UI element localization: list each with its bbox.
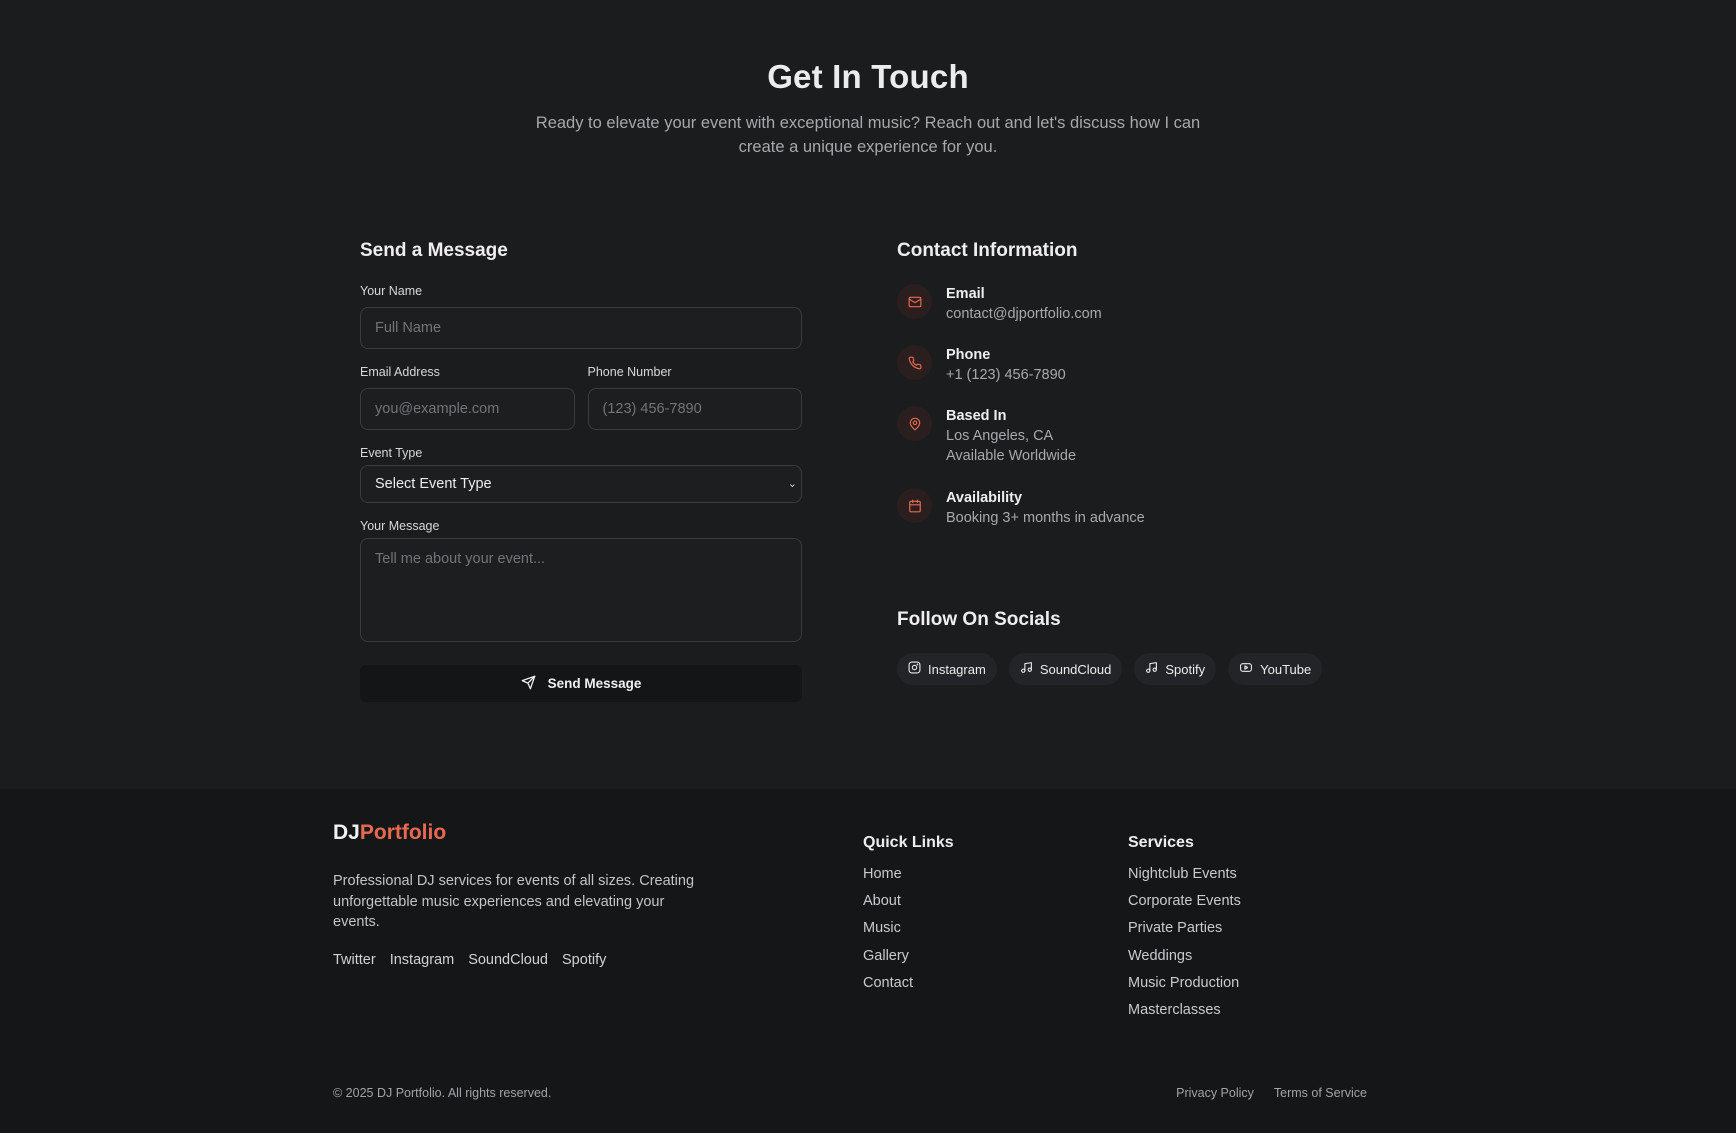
contact-info-heading: Contact Information xyxy=(897,240,1078,261)
calendar-icon xyxy=(897,488,932,523)
social-pill-label: SoundCloud xyxy=(1039,661,1112,677)
music-note-icon xyxy=(1145,661,1158,677)
footer-service-private[interactable]: Private Parties xyxy=(1128,918,1241,945)
services-column: Services Nightclub Events Corporate Even… xyxy=(1128,833,1241,1027)
location-value-worldwide: Available Worldwide xyxy=(946,448,1077,464)
page-title: Get In Touch xyxy=(767,58,969,95)
site-footer: DJPortfolio Professional DJ services for… xyxy=(0,789,1736,1133)
youtube-icon xyxy=(1239,661,1253,677)
email-input[interactable] xyxy=(360,388,575,430)
instagram-icon xyxy=(908,661,921,677)
footer-link-contact[interactable]: Contact xyxy=(863,973,954,1000)
social-pill-soundcloud[interactable]: SoundCloud xyxy=(1008,653,1123,685)
message-label: Your Message xyxy=(360,519,440,533)
footer-link-gallery[interactable]: Gallery xyxy=(863,946,954,973)
social-pills: Instagram SoundCloud Spotify YouTube xyxy=(897,653,1323,685)
footer-link-music[interactable]: Music xyxy=(863,918,954,945)
brand-description: Professional DJ services for events of a… xyxy=(333,873,695,930)
social-pill-youtube[interactable]: YouTube xyxy=(1228,653,1323,685)
social-pill-label: Spotify xyxy=(1165,661,1206,677)
footer-service-production[interactable]: Music Production xyxy=(1128,973,1241,1000)
message-textarea[interactable] xyxy=(360,538,802,642)
footer-social-spotify[interactable]: Spotify xyxy=(562,952,606,968)
send-message-button[interactable]: Send Message xyxy=(360,665,802,702)
terms-of-service-link[interactable]: Terms of Service xyxy=(1274,1086,1367,1100)
phone-group: Phone Number xyxy=(587,364,802,430)
email-phone-row: Email Address Phone Number xyxy=(360,364,802,430)
event-type-value: Select Event Type xyxy=(375,476,492,492)
footer-link-home[interactable]: Home xyxy=(863,864,954,891)
social-pill-instagram[interactable]: Instagram xyxy=(897,653,997,685)
quick-links-title: Quick Links xyxy=(863,834,954,851)
form-heading: Send a Message xyxy=(360,240,508,261)
music-note-icon xyxy=(1020,661,1033,677)
brand-prefix: DJ xyxy=(333,821,360,844)
phone-icon xyxy=(897,345,932,380)
phone-label: Phone Number xyxy=(587,365,672,379)
mail-icon xyxy=(897,284,932,319)
name-label: Your Name xyxy=(360,284,423,298)
brand-logo[interactable]: DJPortfolio xyxy=(333,821,446,845)
availability-title: Availability xyxy=(946,490,1023,506)
footer-social-soundcloud[interactable]: SoundCloud xyxy=(468,952,548,968)
social-pill-label: Instagram xyxy=(928,661,986,677)
location-title: Based In xyxy=(946,408,1007,424)
legal-links: Privacy Policy Terms of Service xyxy=(1176,1086,1367,1100)
send-icon xyxy=(521,675,536,693)
email-title: Email xyxy=(946,286,985,302)
social-pill-spotify[interactable]: Spotify xyxy=(1134,653,1217,685)
event-type-select[interactable]: Select Event Type ⌄ xyxy=(360,465,802,503)
map-pin-icon xyxy=(897,406,932,441)
footer-link-about[interactable]: About xyxy=(863,891,954,918)
send-message-label: Send Message xyxy=(547,676,642,691)
services-title: Services xyxy=(1128,834,1194,851)
quick-links-column: Quick Links Home About Music Gallery Con… xyxy=(863,833,954,1000)
phone-input[interactable] xyxy=(587,388,802,430)
page-subtitle: Ready to elevate your event with excepti… xyxy=(535,114,1201,156)
footer-social-twitter[interactable]: Twitter xyxy=(333,952,376,968)
footer-service-nightclub[interactable]: Nightclub Events xyxy=(1128,864,1241,891)
footer-service-weddings[interactable]: Weddings xyxy=(1128,946,1241,973)
social-pill-label: YouTube xyxy=(1260,661,1312,677)
socials-heading: Follow On Socials xyxy=(897,609,1061,630)
copyright-text: © 2025 DJ Portfolio. All rights reserved… xyxy=(333,1086,552,1100)
footer-social-instagram[interactable]: Instagram xyxy=(390,952,454,968)
phone-title: Phone xyxy=(946,347,991,363)
brand-accent: Portfolio xyxy=(359,821,447,844)
contact-form: Send a Message Your Name Email Address P… xyxy=(360,238,802,702)
email-value: contact@djportfolio.com xyxy=(946,306,1102,322)
event-type-label: Event Type xyxy=(360,446,423,460)
privacy-policy-link[interactable]: Privacy Policy xyxy=(1176,1086,1254,1100)
contact-information: Contact Information Email contact@djport… xyxy=(897,238,1377,685)
availability-value: Booking 3+ months in advance xyxy=(946,510,1145,526)
email-group: Email Address xyxy=(360,364,575,430)
contact-section: Get In Touch Ready to elevate your event… xyxy=(0,0,1736,789)
footer-service-corporate[interactable]: Corporate Events xyxy=(1128,891,1241,918)
phone-value: +1 (123) 456-7890 xyxy=(946,367,1066,383)
location-value: Los Angeles, CA xyxy=(946,428,1054,444)
footer-social-links: Twitter Instagram SoundCloud Spotify xyxy=(333,952,606,968)
name-input[interactable] xyxy=(360,307,802,349)
email-label: Email Address xyxy=(360,365,440,379)
chevron-down-icon: ⌄ xyxy=(787,478,797,490)
footer-service-masterclasses[interactable]: Masterclasses xyxy=(1128,1000,1241,1027)
